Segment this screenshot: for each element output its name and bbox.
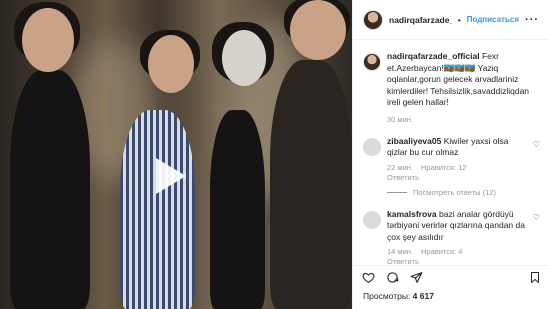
comment-item: kamalsfrova bazi analar gördüyü tərbiyən… bbox=[363, 209, 540, 265]
comment-time: 14 мин. bbox=[387, 247, 413, 256]
post-sidebar: nadirqafarzade_offi • Подписаться ··· na… bbox=[352, 0, 549, 309]
view-replies-button[interactable]: Посмотреть ответы (12) bbox=[387, 188, 540, 197]
views-counter: Просмотры: 4 617 bbox=[363, 291, 434, 301]
comment-username[interactable]: zibaaliyeva05 bbox=[387, 136, 441, 146]
comments-section: nadirqafarzade_official Fexr et.Azerbayc… bbox=[353, 41, 549, 265]
commenter-avatar[interactable] bbox=[363, 210, 381, 229]
share-icon[interactable] bbox=[409, 271, 423, 285]
caption-avatar[interactable] bbox=[363, 53, 381, 71]
comment-username[interactable]: kamalsfrova bbox=[387, 209, 437, 219]
comment-icon[interactable] bbox=[385, 271, 399, 285]
comment-likes[interactable]: Нравится: 12 bbox=[421, 163, 467, 172]
bookmark-icon[interactable] bbox=[528, 271, 542, 285]
comment-like-heart-icon[interactable]: ♡ bbox=[533, 140, 540, 149]
follow-button[interactable]: Подписаться bbox=[467, 15, 519, 24]
commenter-avatar[interactable] bbox=[363, 137, 381, 156]
comment-time: 22 мин. bbox=[387, 162, 413, 172]
ellipsis-icon[interactable]: ··· bbox=[525, 14, 539, 26]
comment-item: zibaaliyeva05 Kiwiler yaxsi olsa qizlar … bbox=[363, 136, 540, 197]
caption-username[interactable]: nadirqafarzade_official bbox=[387, 51, 480, 61]
play-icon[interactable] bbox=[156, 158, 186, 194]
author-avatar[interactable] bbox=[363, 9, 383, 30]
post-header: nadirqafarzade_offi • Подписаться ··· bbox=[353, 0, 549, 40]
author-username[interactable]: nadirqafarzade_offi bbox=[389, 15, 452, 25]
reply-button[interactable]: Ответить bbox=[387, 173, 419, 182]
separator-dot: • bbox=[457, 14, 461, 25]
reply-button[interactable]: Ответить bbox=[387, 257, 419, 265]
caption: nadirqafarzade_official Fexr et.Azerbayc… bbox=[363, 51, 540, 124]
heart-icon[interactable] bbox=[361, 271, 375, 285]
views-count: 4 617 bbox=[412, 291, 434, 301]
caption-time: 30 мин. bbox=[387, 114, 413, 124]
comment-likes[interactable]: Нравится: 4 bbox=[421, 247, 462, 256]
post-video[interactable] bbox=[0, 0, 352, 309]
action-bar bbox=[353, 265, 549, 289]
comment-like-heart-icon[interactable]: ♡ bbox=[533, 213, 540, 222]
views-label: Просмотры: bbox=[363, 291, 411, 301]
